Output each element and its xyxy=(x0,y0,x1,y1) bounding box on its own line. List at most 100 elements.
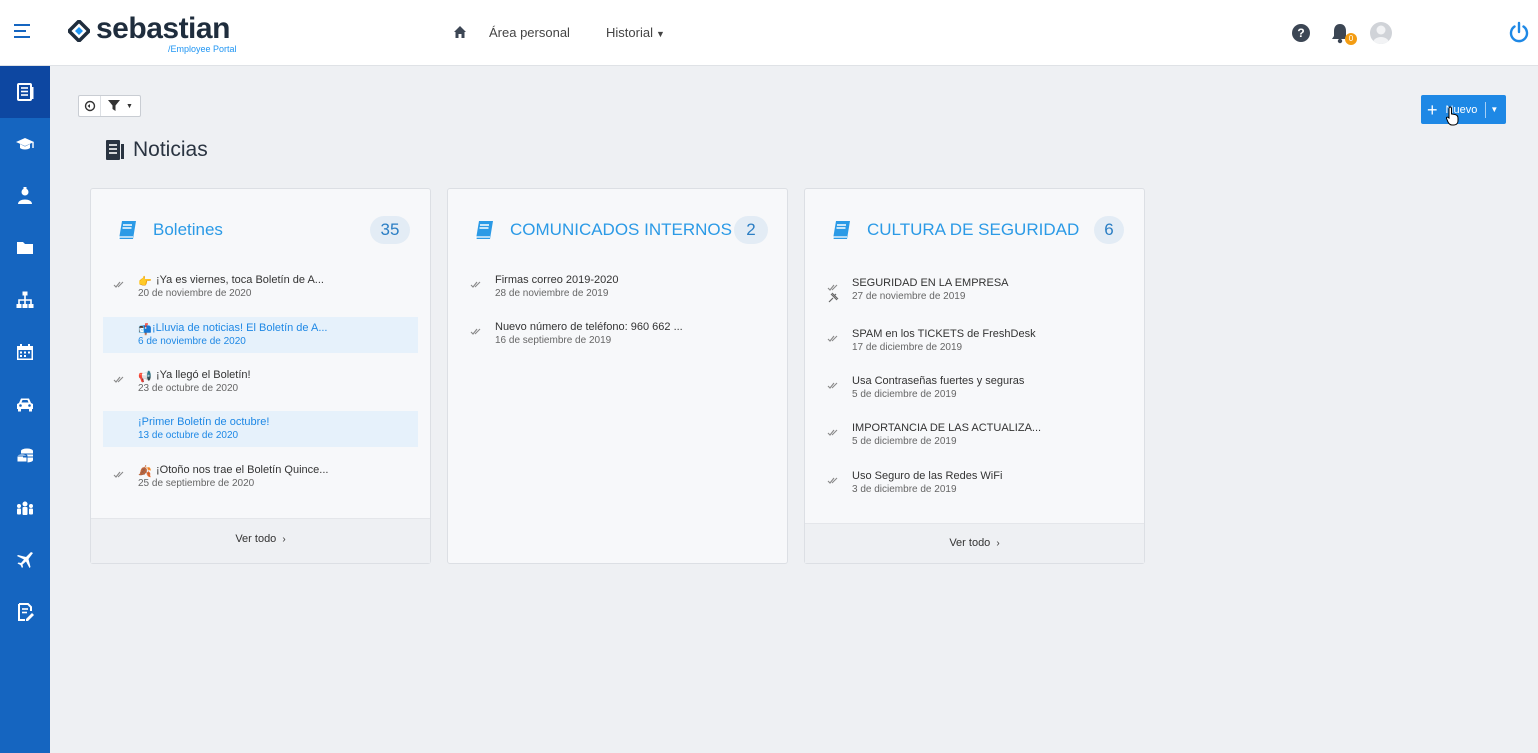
list-item[interactable]: Nuevo número de teléfono: 960 662 ... 16… xyxy=(460,316,775,352)
item-title: Usa Contraseñas fuertes y seguras xyxy=(852,375,1025,387)
new-dropdown-icon[interactable]: ▼ xyxy=(1490,105,1498,114)
double-check-icon xyxy=(470,328,481,335)
sidebar-item-forms[interactable] xyxy=(0,586,50,638)
item-title: ¡Otoño nos trae el Boletín Quince... xyxy=(156,464,329,476)
logo-mark-icon xyxy=(68,20,90,42)
list-item[interactable]: 📢 ¡Ya llegó el Boletín! 23 de octubre de… xyxy=(103,364,418,400)
list-item[interactable]: Firmas correo 2019-2020 28 de noviembre … xyxy=(460,269,775,305)
card-header[interactable]: Boletines xyxy=(115,215,410,245)
list-item[interactable]: Usa Contraseñas fuertes y seguras 5 de d… xyxy=(817,370,1132,406)
graduation-cap-icon xyxy=(16,138,34,150)
help-icon[interactable]: ? xyxy=(1292,24,1310,42)
home-icon[interactable] xyxy=(453,25,467,39)
card-header[interactable]: CULTURA DE SEGURIDAD xyxy=(829,215,1124,245)
double-check-icon xyxy=(827,382,838,389)
card-cultura-seguridad: CULTURA DE SEGURIDAD 6 SEGURIDAD EN LA E… xyxy=(804,188,1145,564)
sidebar-item-vehicles[interactable] xyxy=(0,378,50,430)
caret-down-icon: ▼ xyxy=(126,102,133,110)
sidebar-item-organization[interactable] xyxy=(0,274,50,326)
power-icon[interactable] xyxy=(1508,21,1530,43)
double-check-icon xyxy=(827,429,838,436)
item-title: ¡Primer Boletín de octubre! xyxy=(138,416,270,428)
brand-subtitle: /Employee Portal xyxy=(168,44,237,54)
item-emoji: 🍂 xyxy=(138,466,152,478)
item-date: 17 de diciembre de 2019 xyxy=(852,342,963,353)
sidebar-item-team[interactable] xyxy=(0,482,50,534)
refresh-button[interactable] xyxy=(79,96,101,116)
edit-document-icon xyxy=(18,603,34,621)
view-all-label: Ver todo xyxy=(235,533,277,545)
chevron-down-icon: ▼ xyxy=(655,29,665,39)
list-item[interactable]: Uso Seguro de las Redes WiFi 3 de diciem… xyxy=(817,465,1132,501)
card-title: Boletines xyxy=(153,220,223,239)
item-title: Nuevo número de teléfono: 960 662 ... xyxy=(495,321,683,333)
chevron-right-icon: › xyxy=(282,534,286,545)
item-date: 27 de noviembre de 2019 xyxy=(852,291,966,302)
page-title-text: Noticias xyxy=(133,138,208,161)
item-date: 23 de octubre de 2020 xyxy=(138,383,239,394)
newspaper-icon xyxy=(17,83,34,101)
brand-name: sebastian xyxy=(96,12,230,45)
button-divider xyxy=(1485,101,1487,118)
double-check-icon xyxy=(827,477,838,484)
count-badge: 2 xyxy=(734,216,768,244)
item-date: 5 de diciembre de 2019 xyxy=(852,436,957,447)
sidebar-item-calendar[interactable] xyxy=(0,326,50,378)
item-date: 5 de diciembre de 2019 xyxy=(852,389,957,400)
user-badge-icon xyxy=(18,187,32,204)
sidebar-item-training[interactable] xyxy=(0,118,50,170)
item-date: 16 de septiembre de 2019 xyxy=(495,335,612,346)
list-item[interactable]: ¡Primer Boletín de octubre! 13 de octubr… xyxy=(103,411,418,447)
coins-icon xyxy=(16,448,33,463)
double-check-icon xyxy=(113,376,124,383)
page-title: Noticias xyxy=(103,136,208,164)
sidebar-item-expenses[interactable] xyxy=(0,430,50,482)
card-title: CULTURA DE SEGURIDAD xyxy=(867,220,1080,239)
list-item[interactable]: 👉 ¡Ya es viernes, toca Boletín de A... 2… xyxy=(103,269,418,305)
nav-historial-label: Historial xyxy=(606,25,653,40)
double-check-icon xyxy=(113,281,124,288)
folder-icon xyxy=(17,242,33,254)
team-icon xyxy=(17,501,33,515)
view-all-link[interactable]: Ver todo › xyxy=(91,518,430,563)
view-all-label: Ver todo xyxy=(949,537,991,549)
avatar[interactable] xyxy=(1370,22,1392,44)
view-all-link[interactable]: Ver todo › xyxy=(805,523,1144,563)
pin-icon xyxy=(828,292,839,303)
sidebar-item-news[interactable] xyxy=(0,66,50,118)
list-item[interactable]: 📬 ¡Lluvia de noticias! El Boletín de A..… xyxy=(103,317,418,353)
list-item[interactable]: IMPORTANCIA DE LAS ACTUALIZA... 5 de dic… xyxy=(817,417,1132,453)
card-boletines: Boletines 35 👉 ¡Ya es viernes, toca Bole… xyxy=(90,188,431,564)
card-header[interactable]: COMUNICADOS INTERNOS xyxy=(472,215,767,245)
list-item[interactable]: 🍂 ¡Otoño nos trae el Boletín Quince... 2… xyxy=(103,459,418,495)
item-date: 3 de diciembre de 2019 xyxy=(852,484,957,495)
list-item[interactable]: SPAM en los TICKETS de FreshDesk 17 de d… xyxy=(817,323,1132,359)
card-title: COMUNICADOS INTERNOS xyxy=(510,220,732,239)
item-title: ¡Ya es viernes, toca Boletín de A... xyxy=(156,274,324,286)
double-check-icon xyxy=(827,284,838,291)
nav-area-personal[interactable]: Área personal xyxy=(489,25,570,40)
menu-toggle-icon[interactable] xyxy=(14,24,34,40)
sidebar-item-employee[interactable] xyxy=(0,170,50,222)
org-chart-icon xyxy=(16,291,34,308)
item-title: ¡Lluvia de noticias! El Boletín de A... xyxy=(152,322,328,334)
sidebar-item-travel[interactable] xyxy=(0,534,50,586)
new-button[interactable]: + Nuevo ▼ xyxy=(1421,95,1506,124)
item-date: 28 de noviembre de 2019 xyxy=(495,288,609,299)
list-item[interactable]: SEGURIDAD EN LA EMPRESA 27 de noviembre … xyxy=(817,272,1132,308)
item-title: ¡Ya llegó el Boletín! xyxy=(156,369,251,381)
double-check-icon xyxy=(470,281,481,288)
sidebar-item-documents[interactable] xyxy=(0,222,50,274)
item-emoji: 📬 xyxy=(138,324,152,336)
book-icon xyxy=(118,221,136,239)
nav-historial[interactable]: Historial ▼ xyxy=(606,25,665,40)
filter-icon xyxy=(108,100,121,111)
newspaper-icon xyxy=(106,140,124,160)
view-toolbar: ▼ xyxy=(78,95,141,117)
car-icon xyxy=(17,398,33,412)
notification-badge: 0 xyxy=(1345,33,1357,45)
count-badge: 35 xyxy=(370,216,410,244)
book-icon xyxy=(832,221,850,239)
calendar-icon xyxy=(17,344,33,360)
filter-button[interactable]: ▼ xyxy=(101,96,140,116)
